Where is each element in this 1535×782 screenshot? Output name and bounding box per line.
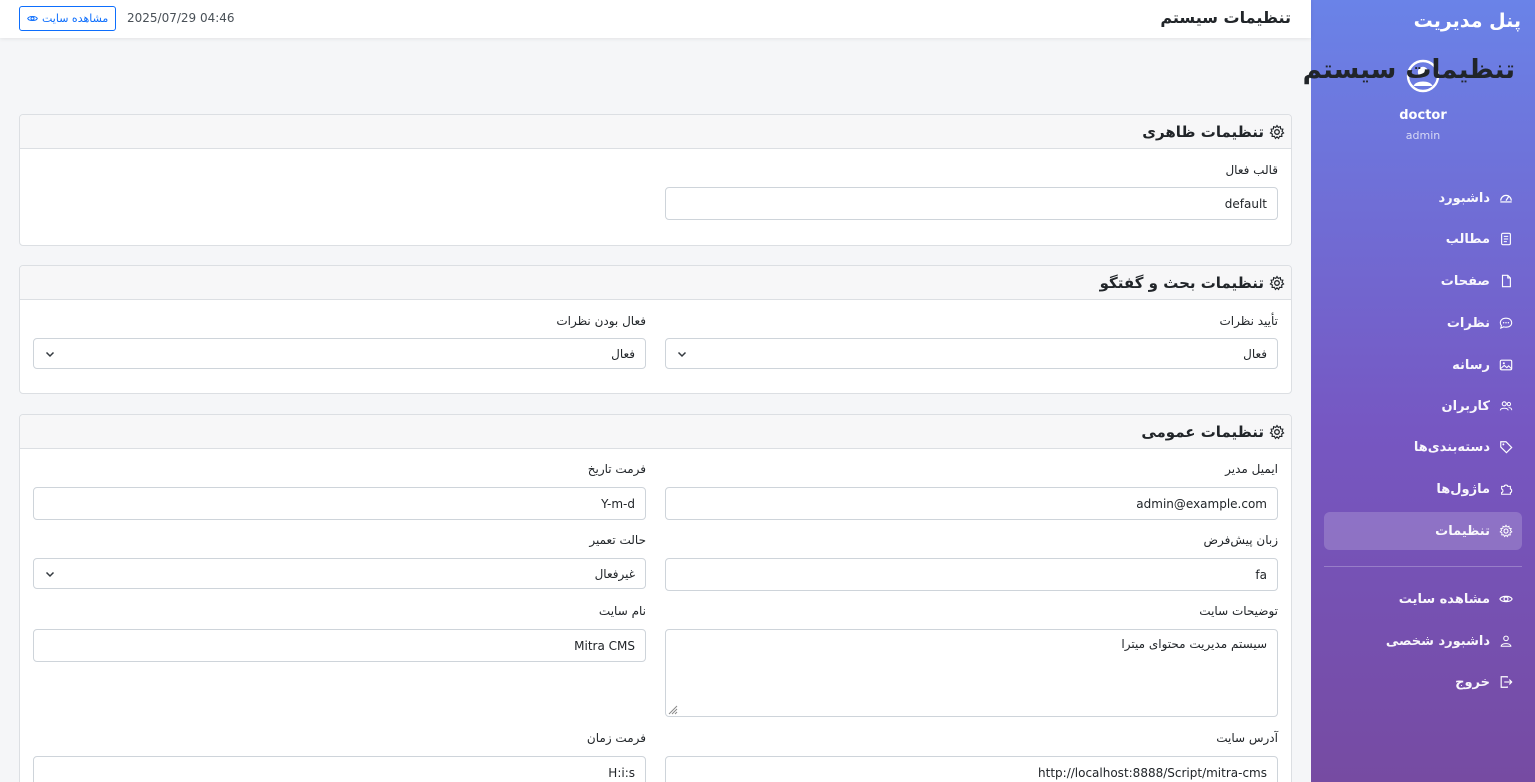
puzzle-icon	[1499, 482, 1513, 496]
appearance-settings-card: تنظیمات ظاهری قالب فعال	[19, 114, 1292, 246]
topbar: تنظیمات سیستم 2025/07/29 04:46 مشاهده سا…	[0, 0, 1311, 38]
file-text-icon	[1499, 232, 1513, 246]
sidebar-item-label: صفحات	[1440, 273, 1490, 289]
sidebar-item-personal-dashboard[interactable]: داشبورد شخصی	[1324, 622, 1522, 660]
sidebar-item-media[interactable]: رسانه	[1324, 346, 1522, 384]
gear-icon	[1269, 423, 1285, 440]
site-description-value: سیستم مدیریت محتوای میترا	[1121, 637, 1267, 651]
site-url-label: آدرس سایت	[1216, 731, 1278, 745]
admin-email-input[interactable]	[665, 487, 1278, 520]
chevron-down-icon	[44, 348, 56, 360]
sidebar-item-pages[interactable]: صفحات	[1324, 262, 1522, 300]
maintenance-mode-label: حالت تعمیر	[589, 533, 646, 547]
eye-icon	[1499, 592, 1513, 606]
sidebar-item-posts[interactable]: مطالب	[1324, 220, 1522, 258]
file-icon	[1499, 274, 1513, 288]
default-language-input[interactable]	[665, 558, 1278, 591]
sidebar-item-settings[interactable]: تنظیمات	[1324, 512, 1522, 550]
sidebar-item-logout[interactable]: خروج	[1324, 663, 1522, 701]
theme-label: قالب فعال	[1225, 163, 1278, 177]
approve-comments-select[interactable]: فعال	[665, 338, 1278, 369]
approve-comments-value: فعال	[1243, 346, 1267, 361]
card-title: تنظیمات بحث و گفتگو	[1099, 273, 1264, 292]
view-site-button[interactable]: مشاهده سایت	[19, 6, 117, 31]
page-title: تنظیمات سیستم	[1302, 55, 1515, 85]
eye-icon	[27, 15, 38, 22]
sidebar-item-categories[interactable]: دسته‌بندی‌ها	[1324, 428, 1522, 466]
comments-enabled-label: فعال بودن نظرات	[556, 314, 646, 328]
site-name-input[interactable]	[33, 629, 646, 662]
sidebar-item-label: ماژول‌ها	[1436, 481, 1490, 497]
sidebar-item-label: دسته‌بندی‌ها	[1413, 439, 1490, 455]
sidebar-item-users[interactable]: کاربران	[1324, 387, 1522, 425]
sidebar-item-label: نظرات	[1446, 315, 1490, 331]
default-language-label: زبان پیش‌فرض	[1203, 533, 1278, 547]
sidebar-item-dashboard[interactable]: داشبورد	[1324, 179, 1522, 217]
person-icon	[1499, 634, 1513, 648]
sidebar-item-label: تنظیمات	[1435, 523, 1490, 539]
sidebar-item-label: خروج	[1455, 674, 1490, 690]
view-site-button-label: مشاهده سایت	[42, 12, 109, 25]
user-name: doctor	[1399, 108, 1447, 123]
datetime: 2025/07/29 04:46	[127, 11, 235, 25]
card-header: تنظیمات ظاهری	[20, 115, 1291, 149]
user-role: admin	[1405, 129, 1441, 142]
discussion-settings-card: تنظیمات بحث و گفتگو تأیید نظرات فعال فعا…	[19, 265, 1292, 394]
gear-icon	[1499, 524, 1513, 538]
sidebar-item-label: کاربران	[1441, 398, 1490, 414]
sidebar-item-label: رسانه	[1452, 357, 1490, 373]
speedometer-icon	[1499, 191, 1513, 205]
sidebar-item-view-site[interactable]: مشاهده سایت	[1324, 580, 1522, 618]
date-format-label: فرمت تاریخ	[587, 462, 646, 476]
chat-icon	[1499, 316, 1513, 330]
site-url-input[interactable]	[665, 756, 1278, 782]
sidebar-item-modules[interactable]: ماژول‌ها	[1324, 470, 1522, 508]
tag-icon	[1499, 440, 1513, 454]
sidebar-item-label: مشاهده سایت	[1398, 591, 1490, 607]
card-header: تنظیمات بحث و گفتگو	[20, 266, 1291, 300]
approve-comments-label: تأیید نظرات	[1219, 314, 1278, 328]
sidebar-item-label: مطالب	[1445, 231, 1490, 247]
site-name-label: نام سایت	[598, 604, 646, 618]
comments-enabled-value: فعال	[611, 346, 635, 361]
card-header: تنظیمات عمومی	[20, 415, 1291, 449]
people-icon	[1499, 399, 1513, 413]
gear-icon	[1269, 123, 1285, 140]
date-format-input[interactable]	[33, 487, 646, 520]
card-title: تنظیمات عمومی	[1141, 422, 1264, 441]
sidebar: پنل مدیریت doctor admin داشبورد مطالب صف…	[1311, 0, 1535, 782]
logout-icon	[1499, 675, 1513, 689]
chevron-down-icon	[676, 348, 688, 360]
maintenance-mode-value: غیرفعال	[594, 566, 635, 581]
chevron-down-icon	[44, 568, 56, 580]
theme-input[interactable]	[665, 187, 1278, 220]
admin-email-label: ایمیل مدیر	[1225, 462, 1278, 476]
general-settings-card: تنظیمات عمومی ایمیل مدیر فرمت تاریخ زبان…	[19, 414, 1292, 782]
time-format-input[interactable]	[33, 756, 646, 782]
sidebar-item-comments[interactable]: نظرات	[1324, 304, 1522, 342]
card-title: تنظیمات ظاهری	[1142, 122, 1264, 141]
sidebar-item-label: داشبورد	[1438, 190, 1490, 206]
sidebar-item-label: داشبورد شخصی	[1385, 633, 1490, 649]
sidebar-divider	[1324, 566, 1522, 567]
comments-enabled-select[interactable]: فعال	[33, 338, 646, 369]
site-description-label: توضیحات سایت	[1199, 604, 1278, 618]
gear-icon	[1269, 274, 1285, 291]
image-icon	[1499, 358, 1513, 372]
resize-grip-icon[interactable]	[668, 704, 678, 715]
time-format-label: فرمت زمان	[586, 731, 646, 745]
sidebar-brand: پنل مدیریت	[1413, 10, 1521, 32]
site-description-textarea[interactable]: سیستم مدیریت محتوای میترا	[665, 629, 1278, 717]
topbar-title: تنظیمات سیستم	[1160, 8, 1291, 27]
maintenance-mode-select[interactable]: غیرفعال	[33, 558, 646, 589]
